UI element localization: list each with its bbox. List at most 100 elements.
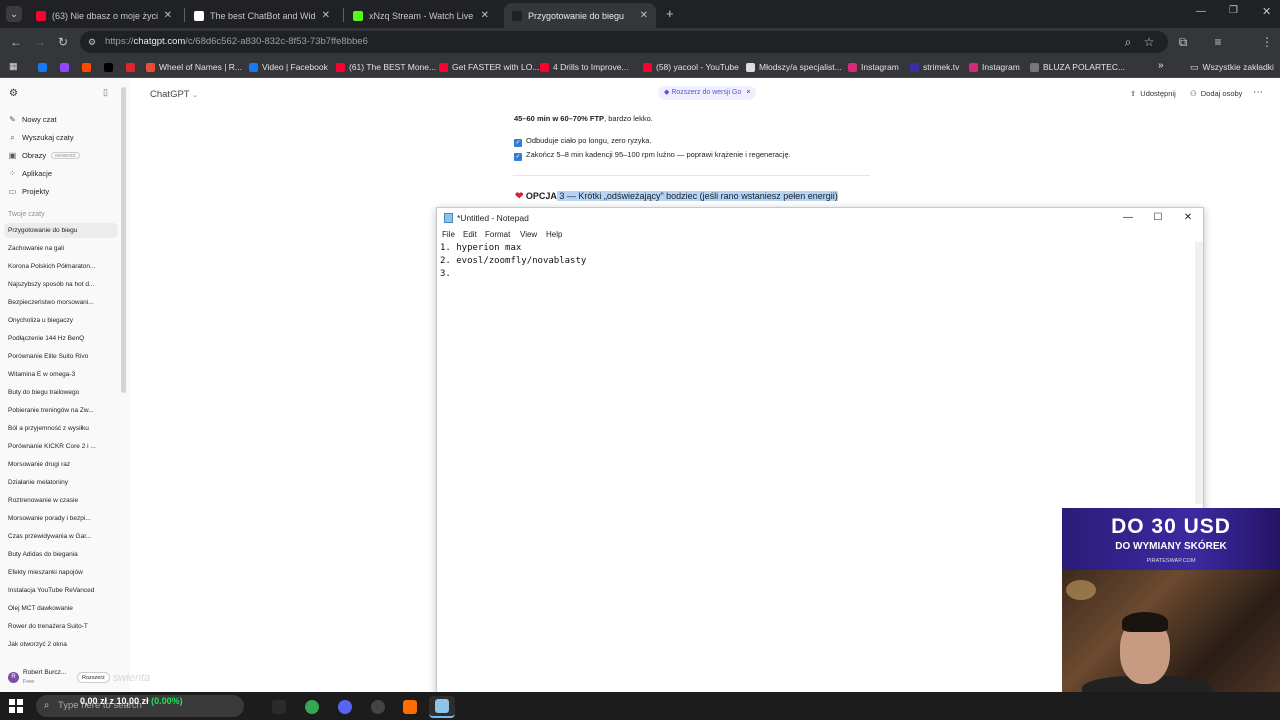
menu-view[interactable]: View xyxy=(520,230,537,239)
chat-history-item[interactable]: Ból a przyjemność z wysiłku xyxy=(4,421,118,436)
chat-history-item[interactable]: Czas przewidywania w Gar... xyxy=(4,529,118,544)
more-options-icon[interactable]: ⋯ xyxy=(1253,87,1263,98)
chat-history-item[interactable]: Efekty mieszanki napojów xyxy=(4,565,118,580)
chat-history-item[interactable]: Porównanie Elite Suito Rivo xyxy=(4,349,118,364)
bookmark-item[interactable] xyxy=(60,60,69,74)
tab-close-icon[interactable]: ✕ xyxy=(164,10,172,21)
tab-search-button[interactable]: ⌄ xyxy=(6,6,22,22)
chat-history-item[interactable]: Zachowanie na gali xyxy=(4,241,118,256)
tab-close-icon[interactable]: ✕ xyxy=(481,10,489,21)
minimize-window-button[interactable]: — xyxy=(1196,6,1206,17)
notepad-titlebar[interactable]: *Untitled - Notepad — ☐ ✕ xyxy=(437,208,1203,227)
notepad-scrollbar[interactable] xyxy=(1195,242,1203,504)
chat-history-item[interactable]: Porównanie KICKR Core 2 i ... xyxy=(4,439,118,454)
upgrade-go-pill[interactable]: ◆ Rozszerz do wersji Go × xyxy=(658,86,757,100)
upgrade-button[interactable]: Rozszerz xyxy=(77,672,110,683)
chat-history-item[interactable]: Pobieranie treningów na Zw... xyxy=(4,403,118,418)
zoom-icon[interactable]: ⌕ xyxy=(1120,34,1136,50)
address-bar[interactable]: ⚙ https://chatgpt.com/c/68d6c562-a830-83… xyxy=(80,31,1168,53)
apps-grid-icon[interactable]: ▦ xyxy=(9,61,19,71)
back-icon[interactable]: ← xyxy=(8,34,24,50)
nav-new-chat[interactable]: ✎ Nowy czat xyxy=(8,112,56,126)
windows-start-icon[interactable] xyxy=(9,699,23,713)
chat-history-item[interactable]: Morsowanie drugi raz xyxy=(4,457,118,472)
taskbar-app-terminal[interactable] xyxy=(266,696,292,718)
bookmarks-overflow-icon[interactable]: » xyxy=(1158,60,1164,71)
bookmark-item[interactable]: (58) yacool - YouTube xyxy=(643,60,739,74)
bookmark-item[interactable] xyxy=(126,60,135,74)
menu-file[interactable]: File xyxy=(442,230,455,239)
nav-apps[interactable]: ⁘ Aplikacje xyxy=(8,166,52,180)
bookmark-item[interactable]: Wheel of Names | R... xyxy=(146,60,242,74)
chat-history-item[interactable]: Jak otworzyć 2 okna xyxy=(4,637,118,652)
chat-history-item[interactable]: Buty do biegu trailowego xyxy=(4,385,118,400)
bookmark-item[interactable]: strimek.tv xyxy=(910,60,959,74)
browser-tab[interactable]: The best ChatBot and Widgets ✕ xyxy=(186,3,338,28)
chat-history-item[interactable]: Witamina E w omega-3 xyxy=(4,367,118,382)
bookmark-star-icon[interactable]: ☆ xyxy=(1141,34,1157,50)
reload-icon[interactable]: ↻ xyxy=(55,34,71,50)
openai-logo-icon[interactable]: ⚙ xyxy=(9,88,18,99)
taskbar-app-obs[interactable] xyxy=(365,696,391,718)
chat-history-item[interactable]: Działanie melatoniny xyxy=(4,475,118,490)
menu-format[interactable]: Format xyxy=(485,230,510,239)
close-icon[interactable]: × xyxy=(746,89,750,96)
chat-history-item[interactable]: Rower do trenażera Suito-T xyxy=(4,619,118,634)
chat-history-item[interactable]: Roztrenowanie w czasie xyxy=(4,493,118,508)
bookmark-item[interactable] xyxy=(82,60,91,74)
chat-history-item[interactable]: Olej MCT dawkowanie xyxy=(4,601,118,616)
browser-tab[interactable]: xNzq Stream - Watch Live on K ✕ xyxy=(345,3,497,28)
tab-close-icon[interactable]: ✕ xyxy=(640,10,648,21)
all-bookmarks-folder[interactable]: ▭ Wszystkie zakładki xyxy=(1190,60,1274,74)
extensions-icon[interactable]: ⧉ xyxy=(1175,34,1191,50)
chat-history-item[interactable]: Najszybszy sposób na hot d... xyxy=(4,277,118,292)
nav-search-chats[interactable]: ⌕ Wyszukaj czaty xyxy=(8,130,73,144)
model-selector[interactable]: ChatGPT ⌄ xyxy=(150,89,198,100)
taskbar-app-chrome[interactable] xyxy=(299,696,325,718)
nav-images[interactable]: ▣ Obrazy NOWOŚĆ xyxy=(8,148,80,162)
bookmark-item[interactable]: Video | Facebook xyxy=(249,60,328,74)
bookmark-item[interactable]: 4 Drills to Improve... xyxy=(540,60,629,74)
chat-history-item[interactable]: Podłączenie 144 Hz BenQ xyxy=(4,331,118,346)
bookmark-item[interactable]: Get FASTER with LO... xyxy=(439,60,539,74)
taskbar-app-discord[interactable] xyxy=(332,696,358,718)
close-icon[interactable]: ✕ xyxy=(1173,210,1203,225)
bookmark-item[interactable]: BLUZA POLARTEC... xyxy=(1030,60,1125,74)
chat-history-item[interactable]: Przygotowanie do biegu xyxy=(4,223,118,238)
bookmark-item[interactable]: Instagram xyxy=(969,60,1020,74)
maximize-icon[interactable]: ☐ xyxy=(1143,210,1173,225)
menu-edit[interactable]: Edit xyxy=(463,230,477,239)
nav-projects[interactable]: ▭ Projekty xyxy=(8,184,49,198)
browser-tab[interactable]: Przygotowanie do biegu ✕ xyxy=(504,3,656,28)
restore-window-button[interactable]: ❐ xyxy=(1229,5,1238,16)
tab-close-icon[interactable]: ✕ xyxy=(322,10,330,21)
chat-history-item[interactable]: Instalacja YouTube ReVanced xyxy=(4,583,118,598)
minimize-icon[interactable]: — xyxy=(1113,210,1143,225)
sidebar-scrollbar[interactable] xyxy=(121,87,126,393)
chat-history-item[interactable]: Morsowanie porady i bezpi... xyxy=(4,511,118,526)
notepad-text-area[interactable]: 1. hyperion max 2. evosl/zoomfly/novabla… xyxy=(440,242,1196,281)
tab-groups-icon[interactable]: ≡ xyxy=(1210,34,1226,50)
bookmark-item[interactable]: (61) The BEST Mone... xyxy=(336,60,436,74)
chat-history-item[interactable]: Onycholiza u biegaczy xyxy=(4,313,118,328)
taskbar-app-sublime[interactable] xyxy=(397,696,423,718)
close-window-button[interactable]: ✕ xyxy=(1262,5,1271,18)
forward-icon[interactable]: → xyxy=(32,34,48,50)
share-button[interactable]: ⇪ Udostępnij xyxy=(1130,89,1176,98)
menu-help[interactable]: Help xyxy=(546,230,562,239)
menu-kebab-icon[interactable]: ⋮ xyxy=(1259,34,1275,50)
bookmark-item[interactable]: Młodszy/a specjalist... xyxy=(746,60,842,74)
chat-history-item[interactable]: Bezpieczeństwo morsowani... xyxy=(4,295,118,310)
bookmark-item[interactable] xyxy=(38,60,47,74)
chat-history-item[interactable]: Korona Polskich Półmaraton... xyxy=(4,259,118,274)
collapse-sidebar-icon[interactable]: ▯ xyxy=(103,87,108,98)
bookmark-item[interactable] xyxy=(104,60,113,74)
taskbar-app-notepad[interactable] xyxy=(429,696,455,718)
site-info-icon[interactable]: ⚙ xyxy=(88,31,96,53)
user-account[interactable]: R Robert Burcz... Free Rozszerz xyxy=(0,665,130,692)
bookmark-item[interactable]: Instagram xyxy=(848,60,899,74)
add-people-button[interactable]: ⚇ Dodaj osoby xyxy=(1190,89,1242,98)
new-tab-button[interactable]: + xyxy=(666,6,674,21)
browser-tab[interactable]: (63) Nie dbasz o moje życie i zd ✕ xyxy=(28,3,180,28)
chat-history-item[interactable]: Buty Adidas do biegania xyxy=(4,547,118,562)
